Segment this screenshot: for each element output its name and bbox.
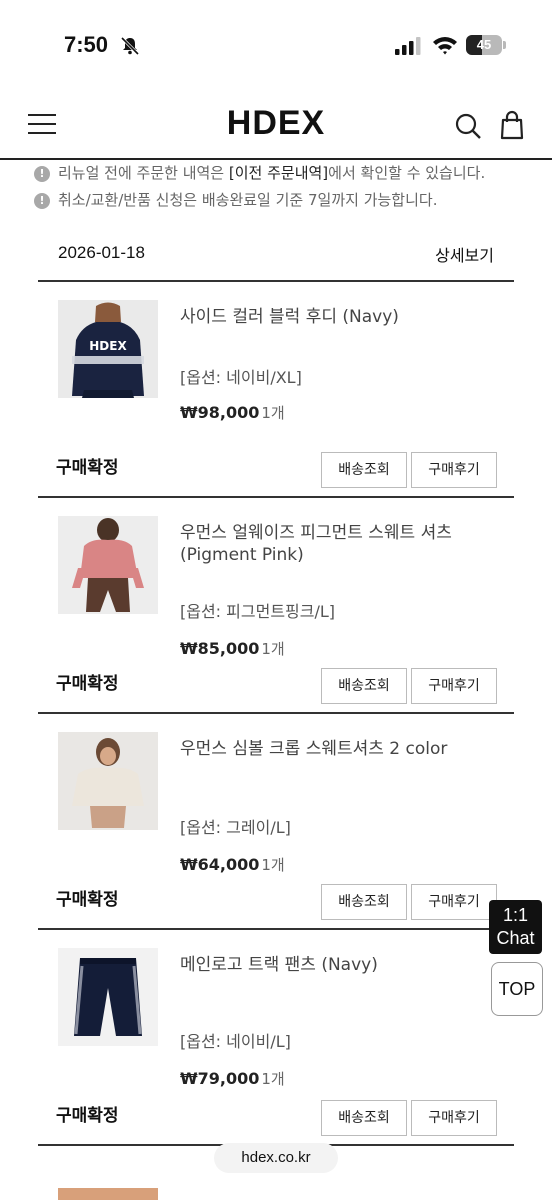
notice-text-post: 에서 확인할 수 있습니다.	[328, 164, 486, 182]
notice-text: 취소/교환/반품 신청은 배송완료일 기준 7일까지 가능합니다.	[58, 191, 438, 209]
svg-text:HDEX: HDEX	[89, 339, 127, 353]
order-detail-link[interactable]: 상세보기	[435, 242, 494, 266]
order-date: 2026-01-18	[58, 243, 145, 262]
search-icon[interactable]	[454, 112, 482, 140]
write-review-button[interactable]: 구매후기	[411, 884, 497, 920]
order-item: HDEX 사이드 컬러 블럭 후디 (Navy) [옵션: 네이비/XL] ₩9…	[38, 282, 514, 498]
signal-icon	[395, 37, 421, 55]
product-price: ₩98,000 1개	[180, 402, 285, 423]
product-name[interactable]: 우먼스 심볼 크롭 스웨트셔츠 2 color	[180, 738, 500, 760]
track-delivery-button[interactable]: 배송조회	[321, 1100, 407, 1136]
quantity: 1개	[261, 640, 285, 658]
bell-slash-icon	[120, 36, 140, 56]
price-value: ₩79,000	[180, 1069, 260, 1088]
battery-level: 45	[476, 37, 492, 52]
product-option: [옵션: 네이비/XL]	[180, 368, 302, 387]
order-header: 2026-01-18 상세보기	[38, 232, 514, 282]
purchase-status: 구매확정	[56, 458, 119, 478]
notice-previous-orders: ! 리뉴얼 전에 주문한 내역은 [이전 주문내역]에서 확인할 수 있습니다.	[34, 162, 485, 183]
write-review-button[interactable]: 구매후기	[411, 1100, 497, 1136]
product-image-partial	[58, 1188, 158, 1200]
product-name[interactable]: 우먼스 얼웨이즈 피그먼트 스웨트 셔츠 (Pigment Pink)	[180, 522, 500, 566]
product-name[interactable]: 사이드 컬러 블럭 후디 (Navy)	[180, 306, 500, 328]
quantity: 1개	[261, 404, 285, 422]
product-option: [옵션: 네이비/L]	[180, 1032, 291, 1051]
product-option: [옵션: 피그먼트핑크/L]	[180, 602, 336, 621]
purchase-status: 구매확정	[56, 1106, 119, 1126]
app-header: HDEX	[0, 92, 552, 160]
price-value: ₩85,000	[180, 639, 260, 658]
quantity: 1개	[261, 1070, 285, 1088]
info-icon: !	[34, 166, 50, 182]
previous-orders-link[interactable]: [이전 주문내역]	[229, 164, 328, 182]
status-time: 7:50	[64, 32, 109, 57]
scroll-top-button[interactable]: TOP	[491, 962, 543, 1016]
chat-button[interactable]: 1:1 Chat	[489, 900, 542, 954]
notice-return-policy: ! 취소/교환/반품 신청은 배송완료일 기준 7일까지 가능합니다.	[34, 189, 437, 210]
chat-label-line1: 1:1	[502, 905, 529, 925]
track-delivery-button[interactable]: 배송조회	[321, 884, 407, 920]
track-delivery-button[interactable]: 배송조회	[321, 452, 407, 488]
order-item: 우먼스 얼웨이즈 피그먼트 스웨트 셔츠 (Pigment Pink) [옵션:…	[38, 498, 514, 714]
purchase-status: 구매확정	[56, 674, 119, 694]
price-value: ₩64,000	[180, 855, 260, 874]
product-price: ₩85,000 1개	[180, 638, 285, 659]
price-value: ₩98,000	[180, 403, 260, 422]
product-option: [옵션: 그레이/L]	[180, 818, 291, 837]
product-image-sweatshirt-pink[interactable]	[58, 516, 158, 614]
shopping-bag-icon[interactable]	[498, 110, 526, 140]
product-image-hoodie[interactable]: HDEX	[58, 300, 158, 398]
product-price: ₩79,000 1개	[180, 1068, 285, 1089]
product-price: ₩64,000 1개	[180, 854, 285, 875]
quantity: 1개	[261, 856, 285, 874]
product-name[interactable]: 메인로고 트랙 팬츠 (Navy)	[180, 954, 500, 976]
order-item: 메인로고 트랙 팬츠 (Navy) [옵션: 네이비/L] ₩79,000 1개 …	[38, 930, 514, 1146]
notice-text-pre: 리뉴얼 전에 주문한 내역은	[58, 164, 229, 182]
product-image-crop-sweatshirt[interactable]	[58, 732, 158, 830]
info-icon: !	[34, 193, 50, 209]
track-delivery-button[interactable]: 배송조회	[321, 668, 407, 704]
status-bar: 7:50 45	[0, 0, 552, 90]
browser-url-bar[interactable]: hdex.co.kr	[214, 1143, 338, 1173]
write-review-button[interactable]: 구매후기	[411, 668, 497, 704]
order-item: 우먼스 심볼 크롭 스웨트셔츠 2 color [옵션: 그레이/L] ₩64,…	[38, 714, 514, 930]
battery-indicator: 45	[466, 35, 502, 55]
purchase-status: 구매확정	[56, 890, 119, 910]
wifi-icon	[433, 37, 457, 55]
write-review-button[interactable]: 구매후기	[411, 452, 497, 488]
chat-label-line2: Chat	[496, 928, 535, 948]
product-image-track-pants[interactable]	[58, 948, 158, 1046]
battery-cap	[503, 41, 506, 49]
